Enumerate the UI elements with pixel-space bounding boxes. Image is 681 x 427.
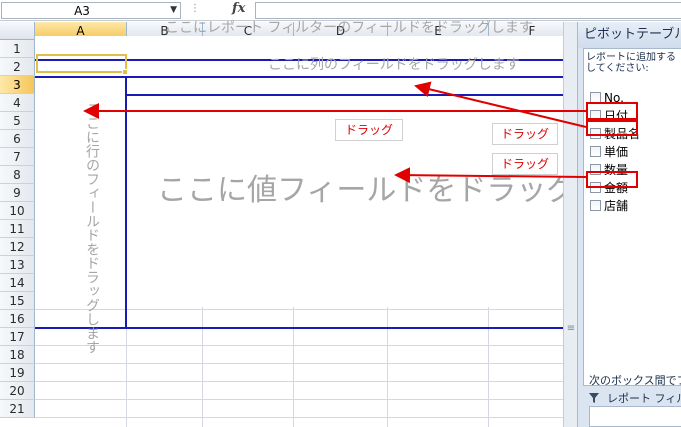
report-filter-drop-zone[interactable]: ここにレポート フィルターのフィールドをドラッグします <box>165 17 533 37</box>
formula-bar-divider: ⋮ <box>190 3 200 14</box>
field-item-unit-price[interactable]: 単価 <box>590 143 681 161</box>
report-filter-label: レポート フィル <box>607 392 681 405</box>
pane-title: ピボットテーブル <box>578 22 681 48</box>
row-header-18[interactable]: 18 <box>0 346 35 364</box>
row-header-3[interactable]: 3 <box>0 76 35 94</box>
field-label: 店舗 <box>604 199 629 213</box>
report-filter-section: レポート フィル <box>589 390 681 406</box>
areas-section-label: 次のボックス間でフィ <box>589 374 681 387</box>
chevron-down-icon[interactable]: ▼ <box>170 5 177 15</box>
pivot-column-border-top <box>35 76 563 78</box>
highlight-box-date <box>586 102 638 120</box>
row-header-4[interactable]: 4 <box>0 94 35 112</box>
row-header-12[interactable]: 12 <box>0 238 35 256</box>
row-header-13[interactable]: 13 <box>0 256 35 274</box>
highlight-box-product <box>586 120 638 136</box>
row-header-6[interactable]: 6 <box>0 130 35 148</box>
highlight-box-amount <box>586 171 638 188</box>
row-header-2[interactable]: 2 <box>0 58 35 76</box>
row-header-8[interactable]: 8 <box>0 166 35 184</box>
pivot-bottom-border <box>35 327 563 329</box>
name-box[interactable]: A3 ▼ <box>1 2 181 19</box>
row-labels-drop-zone[interactable]: ここに行のフィールドをドラッグします <box>82 102 102 354</box>
row-header-1[interactable]: 1 <box>0 40 35 58</box>
drag-annotation: ドラッグ <box>492 153 558 175</box>
row-header-5[interactable]: 5 <box>0 112 35 130</box>
field-checkbox[interactable] <box>590 146 601 157</box>
instruction-line: してください: <box>586 63 649 74</box>
row-header-15[interactable]: 15 <box>0 292 35 310</box>
row-header-16[interactable]: 16 <box>0 310 35 328</box>
vertical-scrollbar[interactable]: ≡ <box>563 22 577 427</box>
drag-annotation: ドラッグ <box>335 119 403 141</box>
field-item-store[interactable]: 店舗 <box>590 197 681 215</box>
fill-handle[interactable] <box>122 69 128 75</box>
row-header-7[interactable]: 7 <box>0 148 35 166</box>
select-all-corner[interactable] <box>0 22 35 40</box>
row-header-10[interactable]: 10 <box>0 202 35 220</box>
pane-instruction: レポートに追加する してください: <box>586 52 681 74</box>
row-header-21[interactable]: 21 <box>0 400 35 418</box>
pivot-field-list-pane: ピボットテーブル レポートに追加する してください: No. 日付 製品名 単価… <box>577 22 681 427</box>
instruction-line: レポートに追加する <box>586 52 676 63</box>
insert-function-icon[interactable]: fx <box>232 1 245 16</box>
row-header-9[interactable]: 9 <box>0 184 35 202</box>
field-checkbox[interactable] <box>590 200 601 211</box>
row-header-20[interactable]: 20 <box>0 382 35 400</box>
row-header-19[interactable]: 19 <box>0 364 35 382</box>
row-header-11[interactable]: 11 <box>0 220 35 238</box>
report-filter-box[interactable] <box>589 406 681 427</box>
column-labels-drop-zone[interactable]: ここに列のフィールドをドラッグします <box>268 54 520 74</box>
pivot-column-border-bottom <box>125 94 563 96</box>
name-box-value: A3 <box>74 4 90 18</box>
field-label: 単価 <box>604 145 629 159</box>
active-cell-a3[interactable] <box>36 54 127 73</box>
row-header-17[interactable]: 17 <box>0 328 35 346</box>
row-header-14[interactable]: 14 <box>0 274 35 292</box>
pivot-row-divider <box>125 76 127 329</box>
drag-annotation: ドラッグ <box>492 123 558 145</box>
funnel-icon <box>589 393 599 406</box>
split-handle-icon[interactable]: ≡ <box>566 324 576 334</box>
